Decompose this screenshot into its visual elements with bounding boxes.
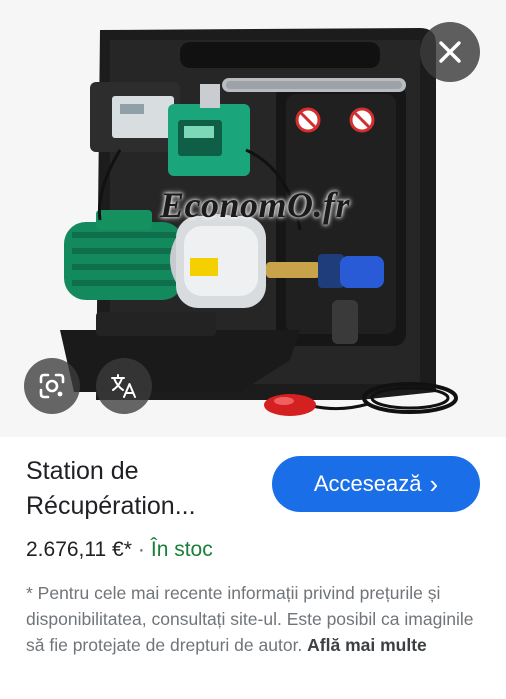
translate-button[interactable] — [96, 358, 152, 414]
product-title[interactable]: Station de Récupération... — [26, 454, 266, 524]
google-lens-icon — [39, 373, 65, 399]
close-icon — [439, 41, 461, 63]
close-button[interactable] — [420, 22, 480, 82]
translate-icon — [111, 374, 136, 398]
learn-more-link[interactable]: Află mai multe — [307, 635, 427, 655]
watermark-text: EconomO.fr — [160, 185, 351, 225]
stock-status: În stoc — [150, 538, 213, 561]
separator-dot: · — [137, 538, 145, 561]
price: 2.676,11 €* — [26, 538, 132, 561]
disclaimer: * Pentru cele mai recente informații pri… — [26, 580, 478, 658]
price-row: 2.676,11 €* · În stoc — [26, 536, 213, 564]
chevron-right-icon: › — [429, 469, 439, 499]
visit-site-button[interactable]: Accesează › — [272, 456, 480, 512]
google-lens-button[interactable] — [24, 358, 80, 414]
visit-site-label: Accesează — [313, 471, 422, 496]
